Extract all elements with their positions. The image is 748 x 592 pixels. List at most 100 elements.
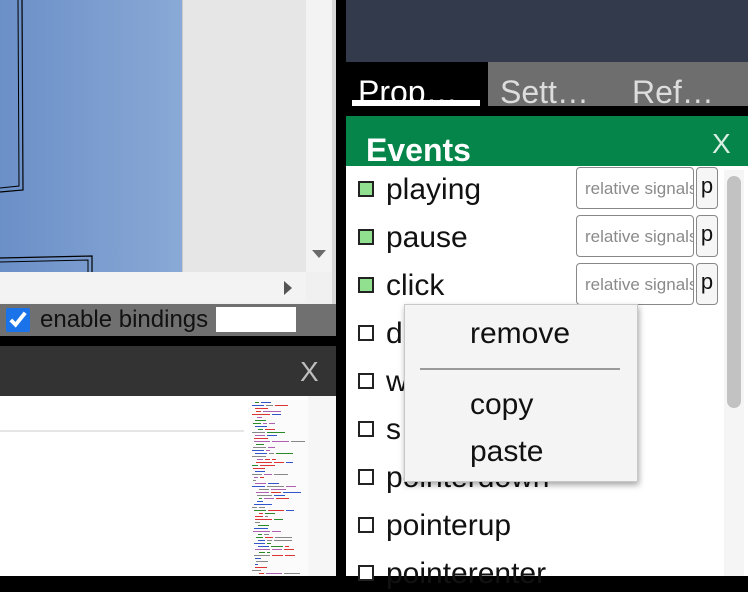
relative-signals-input[interactable]: relative signals (576, 215, 694, 257)
context-menu-paste[interactable]: paste (470, 434, 543, 470)
context-menu-copy[interactable]: copy (470, 387, 533, 423)
minimap-code-line (285, 555, 295, 556)
minimap-code-line (259, 489, 269, 490)
minimap-code-line (257, 501, 263, 502)
minimap-code-line (253, 447, 266, 448)
canvas-drawing (0, 0, 93, 272)
minimap-code-line (253, 423, 261, 424)
minimap-code-line (259, 498, 262, 499)
minimap-code-line (265, 513, 275, 514)
minimap-code-line (255, 549, 270, 550)
event-checkbox[interactable] (358, 373, 374, 389)
minimap-code-line (256, 462, 272, 463)
event-label-click[interactable]: click (386, 268, 444, 304)
minimap-code-line (266, 573, 282, 574)
scroll-right-arrow-icon[interactable] (284, 281, 292, 295)
minimap-code-line (267, 552, 270, 553)
event-label-pointerup[interactable]: pointerup (386, 508, 511, 544)
minimap-code-line (264, 498, 274, 499)
canvas-view[interactable] (0, 0, 182, 272)
minimap-code-line (267, 540, 272, 541)
minimap-code-line (268, 483, 279, 484)
minimap-code-line (252, 432, 265, 433)
minimap-code-line (285, 546, 289, 547)
binding-input[interactable] (216, 307, 296, 332)
minimap-code-line (267, 543, 271, 544)
minimap-code-line (267, 432, 285, 433)
minimap-code-line (284, 549, 294, 550)
minimap-code-line (264, 534, 269, 535)
minimap-code-line (258, 546, 269, 547)
canvas-horizontal-scrollbar[interactable] (0, 272, 306, 302)
events-close-button[interactable]: X (712, 126, 731, 162)
minimap-code-line (252, 474, 262, 475)
relative-signals-input[interactable]: relative signals (576, 263, 694, 305)
minimap-code-line (252, 405, 264, 406)
event-checkbox[interactable] (358, 325, 374, 341)
minimap-code-line (266, 405, 273, 406)
minimap-code-line (286, 510, 294, 511)
minimap-code-line (255, 435, 265, 436)
event-checkbox-pointerup[interactable] (358, 517, 374, 533)
minimap-code-line (252, 414, 270, 415)
minimap-code-line (269, 423, 275, 424)
minimap-code-line (275, 537, 292, 538)
events-scrollbar-thumb[interactable] (727, 176, 741, 408)
minimap-code-line (254, 504, 272, 505)
event-checkbox[interactable] (358, 421, 374, 437)
scroll-down-arrow-icon[interactable] (312, 250, 326, 258)
minimap-code-line (258, 540, 265, 541)
minimap-code-line (263, 411, 281, 412)
p-button[interactable]: p (696, 215, 718, 257)
minimap-code-line (254, 477, 258, 478)
tab-reference[interactable]: Ref… (620, 62, 748, 106)
relative-signals-input[interactable]: relative signals (576, 167, 694, 209)
p-button[interactable]: p (696, 167, 718, 209)
minimap-code-line (255, 519, 272, 520)
minimap-code-line (255, 558, 261, 559)
canvas-vertical-scrollbar[interactable] (306, 0, 332, 272)
event-label-playing[interactable]: playing (386, 172, 481, 208)
event-label[interactable]: d (386, 316, 403, 352)
minimap-code-line (252, 450, 264, 451)
event-checkbox-pointerdown[interactable] (358, 469, 374, 485)
event-checkbox-pause[interactable] (358, 229, 374, 245)
minimap-code-line (267, 435, 277, 436)
event-label-pointerenter[interactable]: pointerenter (386, 556, 546, 592)
minimap-code-line (268, 447, 275, 448)
minimap-code-line (252, 465, 258, 466)
minimap-code-line (254, 441, 270, 442)
event-checkbox-pointerenter[interactable] (358, 565, 374, 581)
event-checkbox-playing[interactable] (358, 181, 374, 197)
minimap-code-line (258, 534, 262, 535)
minimap-code-line (286, 486, 296, 487)
code-scrollbar[interactable] (308, 396, 336, 576)
minimap-code-line (276, 498, 289, 499)
context-menu-separator (420, 368, 620, 370)
enable-bindings-checkbox[interactable] (6, 308, 30, 332)
panel-divider[interactable] (336, 0, 346, 576)
code-minimap[interactable] (250, 400, 308, 576)
minimap-code-line (256, 537, 263, 538)
minimap-code-line (274, 495, 285, 496)
minimap-code-line (254, 528, 268, 529)
minimap-code-line (260, 465, 275, 466)
minimap-code-line (256, 411, 261, 412)
event-checkbox-click[interactable] (358, 277, 374, 293)
tab-settings[interactable]: Sett… (488, 62, 620, 106)
p-button[interactable]: p (696, 263, 718, 305)
event-label[interactable]: s (386, 412, 401, 448)
minimap-code-line (267, 486, 284, 487)
minimap-code-line (254, 543, 265, 544)
minimap-code-line (252, 456, 266, 457)
event-label-pause[interactable]: pause (386, 220, 468, 256)
context-menu-remove[interactable]: remove (470, 316, 570, 352)
minimap-code-line (256, 561, 268, 562)
minimap-code-line (252, 570, 261, 571)
minimap-code-line (272, 531, 281, 532)
code-editor-line (0, 430, 244, 432)
code-panel-close-button[interactable]: X (300, 356, 319, 388)
minimap-code-line (286, 462, 293, 463)
minimap-code-line (265, 459, 270, 460)
minimap-code-line (253, 468, 265, 469)
